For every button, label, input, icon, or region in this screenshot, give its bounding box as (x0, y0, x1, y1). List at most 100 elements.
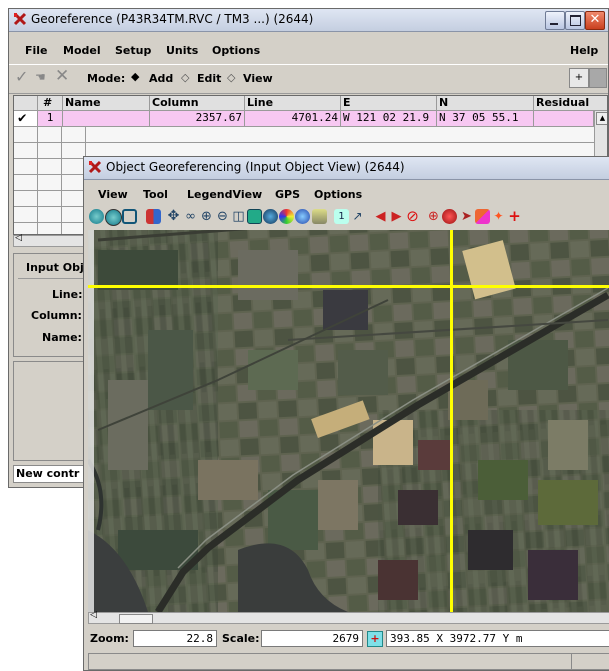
mode-toolbar: ✓ ☚ ✕ Mode: ◆ Add ◇ Edit ◇ View + (9, 64, 608, 94)
redraw-selected-icon[interactable] (105, 209, 122, 226)
mode-label: Mode: (87, 72, 126, 85)
row-residual[interactable] (534, 111, 594, 127)
binoculars-icon[interactable]: ∞ (183, 209, 198, 224)
input-panel-title: Input Obj (26, 261, 84, 274)
mode-add-label[interactable]: Add (149, 72, 173, 85)
col-check-header (14, 96, 38, 111)
forward-arrow-icon[interactable]: ▶ (389, 209, 404, 224)
column-label: Column: (31, 309, 82, 322)
row-name[interactable] (63, 111, 150, 127)
input-object-panel: Input Obj Line: Column: Name: (13, 253, 94, 357)
col-n-header[interactable]: N (437, 96, 534, 111)
menu-options-object[interactable]: Options (314, 188, 362, 201)
row-line[interactable]: 4701.24 (245, 111, 341, 127)
accept-icon[interactable]: ✓ (15, 69, 31, 85)
view-scroll-left-icon[interactable]: ◁ (90, 610, 97, 620)
mode-view-radio[interactable]: ◇ (227, 71, 235, 84)
mode-add-radio[interactable]: ◆ (131, 70, 139, 83)
col-line-header[interactable]: Line (245, 96, 341, 111)
no-entry-icon[interactable]: ⊘ (405, 209, 420, 224)
scale-label: Scale: (222, 632, 260, 645)
lower-panel (13, 361, 93, 461)
menu-model[interactable]: Model (63, 44, 101, 57)
move-icon[interactable]: ✥ (166, 209, 181, 224)
menu-setup[interactable]: Setup (115, 44, 151, 57)
col-num-header[interactable]: # (38, 96, 63, 111)
satellite-image-view[interactable] (88, 230, 609, 612)
close-button[interactable]: ✕ (585, 11, 605, 30)
locate-icon[interactable]: + (367, 631, 383, 647)
view-toolbar: ✥ ∞ ⊕ ⊖ ◫ 1 ↗ ◀ ▶ ⊘ ⊕ ➤ ✦ + (84, 206, 609, 228)
sparkle-icon[interactable]: ✦ (491, 209, 506, 224)
menu-tool[interactable]: Tool (143, 188, 168, 201)
row-number[interactable]: 1 (38, 111, 63, 127)
col-column-header[interactable]: Column (150, 96, 245, 111)
zoom-red-icon[interactable]: ⊕ (426, 209, 441, 224)
object-status-bar (88, 653, 609, 670)
row-e[interactable]: W 121 02 21.9 (341, 111, 437, 127)
object-app-x-icon (88, 160, 102, 174)
fit-icon[interactable] (122, 209, 137, 224)
mode-edit-radio[interactable]: ◇ (181, 71, 189, 84)
zoom-out-icon[interactable]: ⊖ (215, 209, 230, 224)
menu-bar: File Model Setup Units Options Help (9, 40, 608, 60)
title-bar[interactable]: Georeference (P43R34TM.RVC / TM3 ...) (2… (9, 9, 608, 32)
globe-blue-icon[interactable] (295, 209, 310, 224)
add-point-icon[interactable]: + (507, 209, 522, 224)
menu-view[interactable]: View (98, 188, 128, 201)
hand-icon[interactable]: ☚ (35, 69, 51, 85)
mode-view-label[interactable]: View (243, 72, 273, 85)
zoom-scale-bar: Zoom: 22.8 Scale: 2679 + 393.85 X 3972.7… (84, 627, 609, 651)
window-title: Georeference (P43R34TM.RVC / TM3 ...) (2… (31, 12, 314, 26)
scale-field[interactable]: 2679 (261, 630, 363, 647)
scroll-up-icon[interactable]: ▲ (596, 112, 607, 125)
col-name-header[interactable]: Name (63, 96, 150, 111)
menu-help[interactable]: Help (570, 44, 598, 57)
scroll-left-icon[interactable]: ◁ (15, 233, 22, 243)
measure-icon[interactable]: ↗ (350, 209, 365, 224)
paint-icon[interactable] (475, 209, 490, 224)
view-horizontal-scrollbar[interactable]: ◁ (88, 610, 609, 624)
stop-icon[interactable] (442, 209, 457, 224)
row-column[interactable]: 2357.67 (150, 111, 245, 127)
row-n[interactable]: N 37 05 55.1 (437, 111, 534, 127)
globe-icon[interactable] (263, 209, 278, 224)
add-point-tool-icon[interactable]: + (569, 68, 589, 88)
mode-edit-label[interactable]: Edit (197, 72, 221, 85)
object-view-window: Object Georeferencing (Input Object View… (83, 156, 609, 671)
select-arrow-icon[interactable]: ➤ (459, 209, 474, 224)
view-scroll-thumb[interactable] (119, 614, 153, 624)
col-e-header[interactable]: E (341, 96, 437, 111)
col-residual-header[interactable]: Residual (534, 96, 607, 111)
coordinates-field: 393.85 X 3972.77 Y m (386, 630, 609, 647)
menu-options[interactable]: Options (212, 44, 260, 57)
row-check[interactable]: ✔ (14, 111, 38, 127)
app-x-icon (13, 12, 27, 26)
full-extent-icon[interactable] (247, 209, 262, 224)
redraw-icon[interactable] (89, 209, 104, 224)
back-arrow-icon[interactable]: ◀ (373, 209, 388, 224)
table-horizontal-scrollbar[interactable]: ◁ (13, 233, 93, 247)
object-window-title: Object Georeferencing (Input Object View… (106, 160, 405, 174)
palette-icon[interactable] (279, 209, 294, 224)
pan-arrows-icon[interactable] (146, 209, 161, 224)
cancel-icon[interactable]: ✕ (55, 68, 71, 85)
menu-gps[interactable]: GPS (275, 188, 300, 201)
camera-icon[interactable] (312, 209, 327, 224)
name-label: Name: (42, 331, 82, 344)
status-text: New contr (16, 467, 80, 480)
maximize-button[interactable] (565, 11, 585, 30)
crosshair-horizontal (88, 285, 609, 288)
menu-legendview[interactable]: LegendView (187, 188, 262, 201)
menu-units[interactable]: Units (166, 44, 198, 57)
scale-1-icon[interactable]: 1 (334, 209, 349, 224)
menu-file[interactable]: File (25, 44, 48, 57)
zoom-box-icon[interactable]: ◫ (231, 209, 246, 224)
minimize-button[interactable] (545, 11, 565, 30)
status-divider (571, 654, 572, 669)
line-label: Line: (52, 288, 83, 301)
object-menu-bar: View Tool LegendView GPS Options (84, 184, 609, 204)
zoom-in-icon[interactable]: ⊕ (199, 209, 214, 224)
object-title-bar[interactable]: Object Georeferencing (Input Object View… (84, 157, 609, 180)
zoom-field[interactable]: 22.8 (133, 630, 217, 647)
